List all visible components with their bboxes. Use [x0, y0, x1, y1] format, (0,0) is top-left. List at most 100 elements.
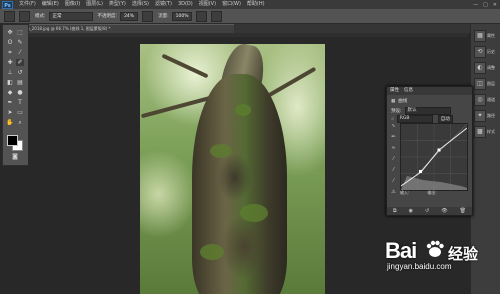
brush-size-icon[interactable] [19, 10, 30, 22]
panel-label[interactable]: 样式 [487, 129, 495, 135]
paths-icon[interactable]: ✦ [474, 110, 486, 122]
history-brush-tool-icon[interactable]: ↺ [16, 69, 24, 76]
brush-icon[interactable]: ◐ [474, 62, 486, 74]
toolbox: ✥ ⬚ ʘ ✎ ⌗ ⁄ ✚ ✐ ⊥ ↺ ◧ ▤ ◆ ● ✒ T ➤ ▭ ✋ ⌕ … [2, 24, 29, 166]
reset-icon[interactable]: ↺ [425, 208, 429, 214]
document-tab[interactable]: IMG_2018.jpg @ 66.7% (曲线 1, 图层蒙版/8) * [18, 24, 234, 33]
panel-label[interactable]: 图层 [487, 81, 495, 87]
quick-select-tool-icon[interactable]: ✎ [16, 39, 24, 46]
menu-list: 文件(F) 编辑(E) 图像(I) 图层(L) 类型(Y) 选择(S) 滤镜(T) 3D(D)… [19, 0, 265, 9]
curves-graph[interactable] [400, 123, 468, 191]
panel-label[interactable]: 路径 [487, 113, 495, 119]
brush-tool-icon[interactable]: ✐ [16, 59, 24, 66]
options-bar: 模式: 正常 不透明度: 24% 流量: 100% [0, 9, 500, 24]
channel-row: ☝ RGB 自动 [391, 115, 453, 123]
visibility-icon[interactable]: 👁 [441, 208, 447, 214]
swatch-icon[interactable]: ▩ [474, 126, 486, 138]
hand-tool-icon[interactable]: ✋ [6, 119, 14, 126]
brush-preset-icon[interactable] [4, 10, 15, 22]
lasso-tool-icon[interactable]: ʘ [6, 39, 14, 46]
panel-label[interactable]: 属性 [487, 33, 495, 39]
moss-patch [200, 244, 224, 260]
panel-label[interactable]: 通道 [487, 97, 495, 103]
pressure-opacity-icon[interactable] [142, 10, 154, 22]
zoom-tool-icon[interactable]: ⌕ [16, 119, 24, 126]
mode-select[interactable]: 正常 [48, 11, 93, 21]
curves-title: 曲线 [398, 99, 408, 104]
panel-label[interactable]: 历史 [487, 49, 495, 55]
preset-label: 预设: [391, 109, 402, 114]
menu-item[interactable]: 类型(Y) [109, 0, 126, 9]
smooth-icon[interactable]: ≈ [390, 145, 397, 152]
airbrush-icon[interactable] [196, 10, 208, 22]
menu-item[interactable]: 选择(S) [132, 0, 149, 9]
flow-input[interactable]: 100% [171, 11, 193, 21]
layers-icon[interactable]: ◫ [474, 78, 486, 90]
menu-item[interactable]: 滤镜(T) [155, 0, 172, 9]
tree-branch [161, 53, 209, 79]
pen-tool-icon[interactable]: ✒ [6, 99, 14, 106]
history-icon[interactable]: ⟲ [474, 46, 486, 58]
auto-button[interactable]: 自动 [437, 115, 453, 123]
quick-mask-icon[interactable]: ◙ [11, 153, 19, 160]
document-image[interactable] [140, 44, 325, 294]
flow-control: 流量: 100% [158, 11, 193, 21]
pressure-size-icon[interactable] [211, 10, 223, 22]
menu-bar: Ps 文件(F) 编辑(E) 图像(I) 图层(L) 类型(Y) 选择(S) 滤镜(T) 3D… [0, 0, 500, 9]
blur-tool-icon[interactable]: ◆ [6, 89, 14, 96]
path-select-tool-icon[interactable]: ➤ [6, 109, 14, 116]
opacity-input[interactable]: 24% [120, 11, 139, 21]
eyedropper-tool-icon[interactable]: ⁄ [16, 49, 24, 56]
menu-item[interactable]: 帮助(H) [247, 0, 265, 9]
input-output-row: 输入: 输出: [400, 190, 437, 196]
curve-point[interactable] [419, 170, 422, 173]
menu-item[interactable]: 文件(F) [19, 0, 36, 9]
properties-panel: 属性 信息 ▦ 曲线 预设: 默认 ☝ RGB 自动 ∿ ✏ ≈ ⁄ ⁄ ⁄ ⚠… [386, 86, 473, 216]
clone-stamp-tool-icon[interactable]: ⊥ [6, 69, 14, 76]
paw-icon [426, 240, 444, 257]
menu-item[interactable]: 图像(I) [65, 0, 80, 9]
mode-control: 模式: 正常 [35, 11, 93, 21]
foreground-color-swatch[interactable] [7, 135, 18, 146]
menu-item[interactable]: 编辑(E) [42, 0, 59, 9]
curves-icon: ▦ [391, 98, 396, 104]
warning-icon[interactable]: ⚠ [390, 189, 397, 196]
marquee-tool-icon[interactable]: ⬚ [16, 29, 24, 36]
grid-icon[interactable]: ▦ [474, 30, 486, 42]
black-eyedropper-icon[interactable]: ⁄ [390, 156, 397, 163]
white-eyedropper-icon[interactable]: ⁄ [390, 178, 397, 185]
pencil-icon[interactable]: ✏ [390, 134, 397, 141]
panel-label[interactable]: 调整 [487, 65, 495, 71]
eraser-tool-icon[interactable]: ◧ [6, 79, 14, 86]
healing-tool-icon[interactable]: ✚ [6, 59, 14, 66]
type-tool-icon[interactable]: T [16, 99, 24, 106]
menu-item[interactable]: 视图(V) [199, 0, 216, 9]
crop-tool-icon[interactable]: ⌗ [6, 49, 14, 56]
preset-row: 预设: 默认 [391, 107, 451, 115]
point-edit-icon[interactable]: ∿ [390, 123, 397, 130]
moss-patch [240, 204, 268, 222]
tab-properties[interactable]: 属性 [390, 87, 399, 95]
trash-icon[interactable]: 🗑 [460, 208, 466, 214]
channels-icon[interactable]: ◎ [474, 94, 486, 106]
move-tool-icon[interactable]: ✥ [6, 29, 14, 36]
moss-patch [235, 104, 251, 116]
watermark-bai: Bai [385, 238, 417, 263]
input-label: 输入: [400, 190, 410, 195]
curve-point[interactable] [437, 148, 441, 152]
gray-eyedropper-icon[interactable]: ⁄ [390, 167, 397, 174]
hand-adjust-icon[interactable]: ☝ [391, 117, 394, 122]
shape-tool-icon[interactable]: ▭ [16, 109, 24, 116]
menu-item[interactable]: 窗口(W) [222, 0, 241, 9]
menu-item[interactable]: 图层(L) [86, 0, 103, 9]
dodge-tool-icon[interactable]: ● [16, 89, 24, 96]
channel-select[interactable]: RGB [396, 115, 433, 123]
gradient-tool-icon[interactable]: ▤ [16, 79, 24, 86]
menu-item[interactable]: 3D(D) [178, 0, 193, 9]
preset-select[interactable]: 默认 [404, 107, 451, 115]
curves-title-row: ▦ 曲线 [391, 98, 408, 105]
tab-info[interactable]: 信息 [404, 87, 413, 95]
clip-icon[interactable]: ⧉ [393, 208, 397, 214]
watermark-url: jingyan.baidu.com [387, 262, 452, 271]
view-previous-icon[interactable]: ◉ [409, 208, 413, 214]
